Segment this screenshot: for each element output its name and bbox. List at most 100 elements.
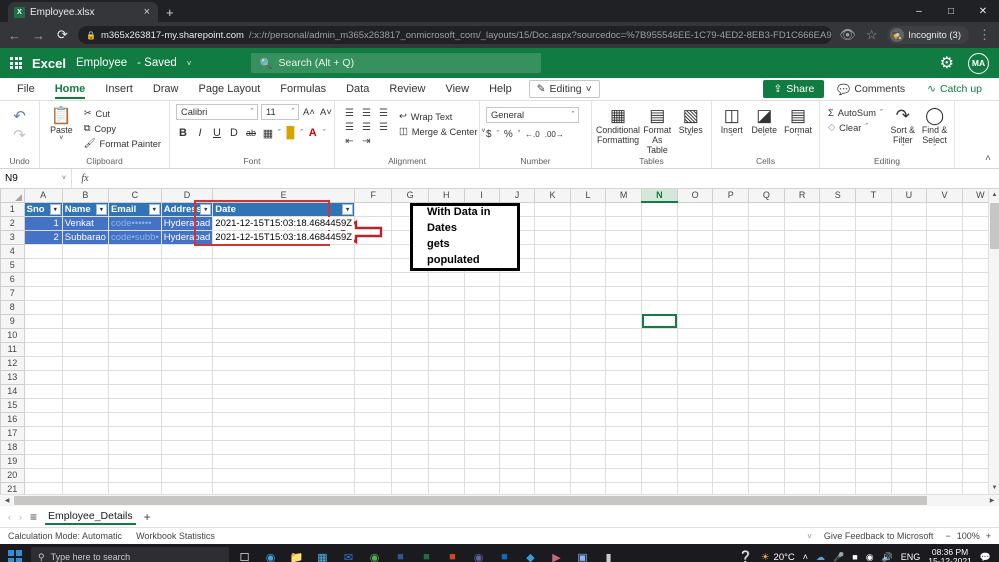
cell-N18[interactable] [641, 439, 678, 455]
cell-F17[interactable] [354, 425, 393, 441]
cell-A7[interactable] [23, 285, 63, 301]
cell-S8[interactable] [819, 299, 857, 315]
cell-D20[interactable] [160, 467, 214, 483]
cell-N6[interactable] [641, 271, 678, 287]
clear-button[interactable]: ◇ Clear ˝ [826, 121, 884, 134]
cell-F8[interactable] [354, 299, 393, 315]
cell-D13[interactable] [160, 369, 214, 385]
column-header-c[interactable]: C [107, 189, 162, 203]
cell-S2[interactable] [819, 215, 857, 231]
cell-T19[interactable] [855, 453, 892, 469]
cell-K15[interactable] [534, 397, 571, 413]
cell-V17[interactable] [926, 425, 963, 441]
cell-Q17[interactable] [748, 425, 785, 441]
cell-E15[interactable] [212, 397, 356, 413]
cell-C11[interactable] [107, 341, 162, 357]
cell-P2[interactable] [712, 215, 750, 231]
row-header-15[interactable]: 15 [0, 397, 25, 413]
align-right-icon[interactable]: ☰ [375, 120, 392, 134]
cell-U11[interactable] [890, 341, 928, 357]
cell-J8[interactable] [498, 299, 536, 315]
cell-B20[interactable] [61, 467, 109, 483]
cell-D16[interactable] [160, 411, 214, 427]
cell-U10[interactable] [890, 327, 928, 343]
selected-cell-N9[interactable] [641, 313, 678, 329]
cell-O4[interactable] [676, 243, 714, 259]
number-format-select[interactable]: General ˝ [486, 107, 579, 123]
cell-H12[interactable] [427, 355, 465, 371]
cell-E7[interactable] [212, 285, 356, 301]
cell-R9[interactable] [783, 313, 821, 329]
strikethrough-icon[interactable]: ab [244, 126, 258, 140]
edge-icon[interactable]: ◉ [260, 547, 281, 562]
cell-T1[interactable] [855, 201, 892, 217]
paste-button[interactable]: 📋 Paste ˅ [46, 104, 77, 143]
cell-B7[interactable] [61, 285, 109, 301]
cell-G7[interactable] [391, 285, 429, 301]
cell-P8[interactable] [712, 299, 750, 315]
cell-C15[interactable] [107, 397, 162, 413]
cell-L3[interactable] [569, 229, 607, 245]
cell-C1[interactable]: Email ▾ [107, 201, 162, 217]
cell-I15[interactable] [463, 397, 500, 413]
cell-K9[interactable] [534, 313, 571, 329]
cell-M11[interactable] [605, 341, 643, 357]
cell-A14[interactable] [23, 383, 63, 399]
cell-T18[interactable] [855, 439, 892, 455]
cell-F10[interactable] [354, 327, 393, 343]
vertical-scroll-thumb[interactable] [990, 203, 999, 249]
cell-V13[interactable] [926, 369, 963, 385]
cell-L16[interactable] [569, 411, 607, 427]
cell-E8[interactable] [212, 299, 356, 315]
format-as-table-button[interactable]: ▤ Format As Table [643, 104, 672, 155]
cell-F16[interactable] [354, 411, 393, 427]
comma-style-icon[interactable]: ’ [518, 129, 520, 140]
cell-N19[interactable] [641, 453, 678, 469]
cell-A20[interactable] [23, 467, 63, 483]
cell-H19[interactable] [427, 453, 465, 469]
cell-U7[interactable] [890, 285, 928, 301]
excel-brand-label[interactable]: Excel [32, 56, 66, 71]
comments-button[interactable]: 💬 Comments [828, 79, 914, 100]
cell-H9[interactable] [427, 313, 465, 329]
undo-icon[interactable]: ↶ [13, 107, 26, 125]
cell-R13[interactable] [783, 369, 821, 385]
cell-P20[interactable] [712, 467, 750, 483]
cell-D11[interactable] [160, 341, 214, 357]
cell-T12[interactable] [855, 355, 892, 371]
cell-G13[interactable] [391, 369, 429, 385]
formula-input[interactable] [98, 169, 999, 188]
cell-I11[interactable] [463, 341, 500, 357]
cell-K10[interactable] [534, 327, 571, 343]
cell-S20[interactable] [819, 467, 857, 483]
cell-S13[interactable] [819, 369, 857, 385]
cell-N10[interactable] [641, 327, 678, 343]
cell-Q2[interactable] [748, 215, 785, 231]
cell-O14[interactable] [676, 383, 714, 399]
cell-N1[interactable] [641, 201, 678, 217]
zoom-level-label[interactable]: 100% [957, 531, 980, 541]
cell-A18[interactable] [23, 439, 63, 455]
battery-icon[interactable]: ■ [852, 552, 857, 562]
cell-S18[interactable] [819, 439, 857, 455]
cell-A9[interactable] [23, 313, 63, 329]
cell-O8[interactable] [676, 299, 714, 315]
cell-J9[interactable] [498, 313, 536, 329]
cell-O5[interactable] [676, 257, 714, 273]
decrease-font-size-icon[interactable]: A˅ [319, 105, 333, 119]
cell-I14[interactable] [463, 383, 500, 399]
cell-T14[interactable] [855, 383, 892, 399]
cell-N14[interactable] [641, 383, 678, 399]
cell-R21[interactable] [783, 481, 821, 494]
column-header-t[interactable]: T [855, 189, 892, 203]
cell-U6[interactable] [890, 271, 928, 287]
cell-Q9[interactable] [748, 313, 785, 329]
cell-N12[interactable] [641, 355, 678, 371]
increase-indent-icon[interactable]: ⇥ [358, 134, 375, 148]
name-box[interactable]: N9 ˅ [0, 169, 72, 188]
cell-R4[interactable] [783, 243, 821, 259]
cell-B14[interactable] [61, 383, 109, 399]
row-header-6[interactable]: 6 [0, 271, 25, 287]
row-header-7[interactable]: 7 [0, 285, 25, 301]
media-icon[interactable]: ▶ [546, 547, 567, 562]
